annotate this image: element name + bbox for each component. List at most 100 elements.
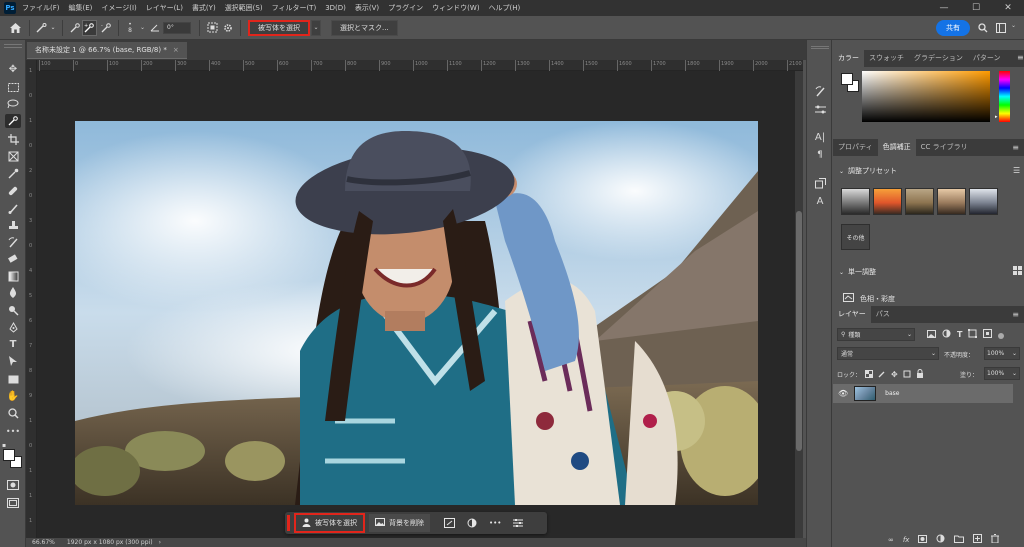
lock-all-icon[interactable]	[916, 369, 924, 380]
photoshop-logo[interactable]: Ps	[4, 2, 16, 14]
layers-panel-menu-icon[interactable]: ≡	[1012, 306, 1024, 323]
single-adjustment-header[interactable]: ⌄ 単一調整	[839, 267, 876, 277]
glyph-a-icon[interactable]: A	[813, 194, 827, 208]
grid-view-icon[interactable]	[1013, 266, 1022, 277]
color-tab[interactable]: カラー	[833, 50, 864, 67]
list-view-icon[interactable]: ☰	[1013, 166, 1020, 175]
edit-toolbar-icon[interactable]: •••	[5, 424, 21, 438]
layer-filter-dropdown[interactable]: ⚲ 種類 ⌄	[837, 328, 915, 341]
layer-style-icon[interactable]: fx	[903, 536, 910, 544]
default-colors-icon[interactable]: ▪	[2, 442, 6, 449]
menu-item[interactable]: ヘルプ(H)	[489, 3, 521, 13]
smart-object-filter-icon[interactable]	[983, 329, 993, 340]
new-selection-icon[interactable]	[68, 20, 82, 36]
preset-thumbnail[interactable]	[905, 188, 934, 215]
glyphs-icon[interactable]	[813, 176, 827, 190]
new-adjustment-icon[interactable]	[936, 534, 945, 545]
color-tab[interactable]: スウォッチ	[864, 50, 909, 67]
transform-selection-icon[interactable]	[438, 514, 461, 532]
path-selection-tool-icon[interactable]	[5, 354, 21, 368]
shape-filter-icon[interactable]	[968, 329, 978, 340]
adjustment-filter-icon[interactable]	[942, 329, 951, 340]
remove-background-button[interactable]: 背景を削除	[369, 514, 430, 532]
history-icon[interactable]	[813, 84, 827, 98]
document-image[interactable]	[75, 121, 758, 505]
screen-mode-icon[interactable]	[5, 496, 21, 510]
home-icon[interactable]	[6, 20, 24, 36]
add-to-selection-icon[interactable]: +	[82, 19, 97, 36]
document-tab[interactable]: 名称未設定 1 @ 66.7% (base, RGB/8) * ×	[27, 42, 187, 59]
crop-tool-icon[interactable]	[5, 132, 21, 146]
color-tab[interactable]: パターン	[968, 50, 1006, 67]
marquee-tool-icon[interactable]	[5, 80, 21, 94]
maximize-button[interactable]: ☐	[960, 0, 992, 16]
share-button[interactable]: 共有	[936, 20, 970, 36]
select-and-mask-button[interactable]: 選択とマスク...	[331, 19, 398, 36]
menu-item[interactable]: イメージ(I)	[101, 3, 136, 13]
menu-item[interactable]: 表示(V)	[355, 3, 379, 13]
adjustment-tab[interactable]: プロパティ	[833, 139, 878, 156]
brush-size-picker[interactable]: • 8	[124, 20, 136, 36]
move-tool-icon[interactable]: ✥	[5, 62, 21, 76]
color-tab[interactable]: グラデーション	[909, 50, 968, 67]
filter-toggle-icon[interactable]	[998, 332, 1005, 339]
quick-selection-preset-icon[interactable]: ⌄	[35, 20, 57, 36]
close-window-button[interactable]: ✕	[992, 0, 1024, 16]
foreground-color-swatch-front[interactable]	[3, 449, 15, 461]
gradient-tool-icon[interactable]	[5, 269, 21, 283]
adjustment-panel-menu-icon[interactable]: ≡	[1012, 139, 1024, 156]
taskbar-grip[interactable]	[287, 515, 290, 531]
subtract-selection-icon[interactable]: -	[99, 20, 113, 36]
search-icon[interactable]	[976, 20, 990, 36]
menu-item[interactable]: プラグイン	[388, 3, 423, 13]
clone-stamp-tool-icon[interactable]	[5, 218, 21, 232]
scrollbar-thumb[interactable]	[796, 211, 802, 451]
taskbar-select-subject-button[interactable]: 被写体を選択	[294, 513, 365, 533]
zoom-level[interactable]: 66.67%	[32, 539, 55, 546]
character-icon[interactable]: A|	[813, 130, 827, 144]
healing-brush-tool-icon[interactable]	[5, 184, 21, 198]
blend-mode-dropdown[interactable]: 通常 ⌄	[837, 347, 939, 360]
link-layers-icon[interactable]: ∞	[888, 536, 894, 544]
document-info[interactable]: 1920 px x 1080 px (300 ppi)	[67, 539, 153, 546]
menu-item[interactable]: ファイル(F)	[22, 3, 60, 13]
preset-thumbnail[interactable]	[969, 188, 998, 215]
layer-row[interactable]: 👁 base	[833, 384, 1013, 403]
close-tab-icon[interactable]: ×	[173, 46, 179, 54]
type-tool-icon[interactable]: T	[5, 337, 21, 351]
select-subject-button[interactable]: 被写体を選択	[248, 19, 311, 36]
eraser-tool-icon[interactable]	[5, 252, 21, 266]
menu-item[interactable]: 編集(E)	[69, 3, 93, 13]
brush-settings-icon[interactable]	[813, 102, 827, 116]
new-layer-icon[interactable]	[973, 534, 983, 545]
gear-icon[interactable]	[221, 20, 235, 36]
color-picker-field[interactable]	[862, 71, 990, 122]
ruler-horizontal[interactable]: 100 0 100 200 300 400 500 600 700 800 900 1000 1100 1…	[37, 60, 803, 71]
menu-item[interactable]: 3D(D)	[325, 4, 346, 12]
preset-thumbnail[interactable]	[873, 188, 902, 215]
ruler-vertical[interactable]: 1010203045678910111	[26, 60, 37, 538]
angle-input[interactable]: 0°	[163, 21, 192, 34]
preset-thumbnail[interactable]	[937, 188, 966, 215]
lock-artboard-icon[interactable]	[903, 370, 911, 380]
visibility-eye-icon[interactable]: 👁	[838, 389, 848, 398]
blur-tool-icon[interactable]	[5, 286, 21, 300]
quick-selection-tool-icon[interactable]	[5, 114, 21, 128]
workspace-dropdown-icon[interactable]: ⌄	[1011, 22, 1016, 29]
color-panel-menu-icon[interactable]: ≡	[1017, 53, 1024, 62]
select-subject-dropdown-icon[interactable]: ⌄	[311, 19, 322, 36]
rectangle-tool-icon[interactable]	[5, 372, 21, 386]
menu-item[interactable]: 書式(Y)	[192, 3, 216, 13]
lock-pixels-icon[interactable]	[878, 370, 886, 380]
color-foreground-swatch-front[interactable]	[841, 73, 853, 85]
taskbar-settings-icon[interactable]	[507, 514, 529, 532]
lock-transparent-icon[interactable]	[865, 369, 873, 380]
type-filter-icon[interactable]: T	[957, 330, 962, 339]
sample-all-layers-icon[interactable]	[205, 20, 219, 36]
status-chevron-icon[interactable]: ›	[159, 539, 161, 546]
menu-item[interactable]: ウィンドウ(W)	[432, 3, 479, 13]
toolbar-grip[interactable]	[4, 44, 22, 48]
opacity-input[interactable]: 100% ⌄	[984, 347, 1020, 360]
pen-tool-icon[interactable]	[5, 320, 21, 334]
history-brush-tool-icon[interactable]	[5, 235, 21, 249]
